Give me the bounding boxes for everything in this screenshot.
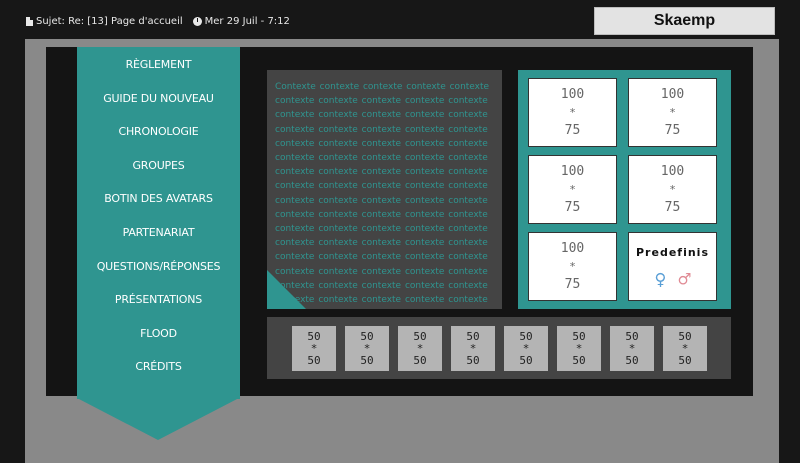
slot-width: 50 bbox=[678, 329, 692, 343]
avatar-width: 100 bbox=[560, 241, 585, 256]
avatar-width: 100 bbox=[660, 87, 685, 102]
avatar-height: 75 bbox=[664, 123, 681, 138]
avatar-separator: * bbox=[569, 106, 576, 119]
topic-date: Mer 29 Juil - 7:12 bbox=[204, 15, 290, 27]
slot-width: 50 bbox=[625, 329, 639, 343]
avatar-separator: * bbox=[669, 106, 676, 119]
avatar-slot[interactable]: 100 * 75 bbox=[528, 78, 617, 147]
slot-separator: * bbox=[469, 341, 477, 355]
avatar-slot[interactable]: 100 * 75 bbox=[628, 78, 717, 147]
topic-subject[interactable]: Sujet: Re: [13] Page d'accueil bbox=[36, 16, 183, 27]
small-avatar-slot[interactable]: 50 * 50 bbox=[451, 326, 495, 371]
sidebar: RÈGLEMENT GUIDE DU NOUVEAU CHRONOLOGIE G… bbox=[77, 47, 240, 440]
slot-height: 50 bbox=[625, 353, 639, 367]
slot-height: 50 bbox=[678, 353, 692, 367]
avatar-separator: * bbox=[669, 183, 676, 196]
small-avatar-slot[interactable]: 50 * 50 bbox=[345, 326, 389, 371]
clock-icon bbox=[192, 16, 202, 26]
slot-width: 50 bbox=[307, 329, 321, 343]
avatar-slot[interactable]: 100 * 75 bbox=[528, 155, 617, 224]
slot-separator: * bbox=[522, 341, 530, 355]
predefined-title: Predefinis bbox=[636, 246, 709, 259]
slot-height: 50 bbox=[413, 353, 427, 367]
nav-item-guide[interactable]: GUIDE DU NOUVEAU bbox=[77, 82, 240, 116]
slot-separator: * bbox=[310, 341, 318, 355]
avatar-height: 75 bbox=[664, 200, 681, 215]
slot-width: 50 bbox=[413, 329, 427, 343]
small-avatar-slot[interactable]: 50 * 50 bbox=[398, 326, 442, 371]
slot-height: 50 bbox=[519, 353, 533, 367]
slot-width: 50 bbox=[466, 329, 480, 343]
avatar-height: 75 bbox=[564, 200, 581, 215]
nav-item-botin[interactable]: BOTIN DES AVATARS bbox=[77, 182, 240, 216]
slot-width: 50 bbox=[519, 329, 533, 343]
small-avatar-slot[interactable]: 50 * 50 bbox=[610, 326, 654, 371]
username-box[interactable]: Skaemp bbox=[594, 7, 775, 35]
slot-separator: * bbox=[628, 341, 636, 355]
small-avatar-slot[interactable]: 50 * 50 bbox=[557, 326, 601, 371]
small-avatar-slot[interactable]: 50 * 50 bbox=[663, 326, 707, 371]
slot-separator: * bbox=[363, 341, 371, 355]
slot-width: 50 bbox=[360, 329, 374, 343]
avatar-separator: * bbox=[569, 260, 576, 273]
slot-height: 50 bbox=[360, 353, 374, 367]
avatar-width: 100 bbox=[560, 87, 585, 102]
small-avatar-slot[interactable]: 50 * 50 bbox=[292, 326, 336, 371]
username-label: Skaemp bbox=[653, 12, 716, 29]
nav-item-reglement[interactable]: RÈGLEMENT bbox=[77, 48, 240, 82]
slot-width: 50 bbox=[572, 329, 586, 343]
male-symbol-icon: ♂ bbox=[678, 267, 691, 291]
context-corner bbox=[267, 270, 306, 309]
slot-separator: * bbox=[575, 341, 583, 355]
avatar-width: 100 bbox=[560, 164, 585, 179]
topic-info-bar: Sujet: Re: [13] Page d'accueil Mer 29 Ju… bbox=[26, 14, 290, 28]
avatar-slot[interactable]: 100 * 75 bbox=[528, 232, 617, 301]
context-box: Contexte contexte contexte contexte cont… bbox=[267, 70, 502, 309]
avatar-height: 75 bbox=[564, 277, 581, 292]
nav-item-partenariat[interactable]: PARTENARIAT bbox=[77, 216, 240, 250]
slot-height: 50 bbox=[572, 353, 586, 367]
nav-item-chronologie[interactable]: CHRONOLOGIE bbox=[77, 115, 240, 149]
nav-item-credits[interactable]: CRÉDITS bbox=[77, 350, 240, 384]
predefined-avatars-button[interactable]: Predefinis ♀ ♂ bbox=[628, 232, 717, 301]
context-text: Contexte contexte contexte contexte cont… bbox=[275, 82, 490, 306]
avatar-width: 100 bbox=[660, 164, 685, 179]
small-avatar-slot[interactable]: 50 * 50 bbox=[504, 326, 548, 371]
female-symbol-icon: ♀ bbox=[654, 267, 667, 291]
small-avatar-strip: 50 * 50 50 * 50 50 * 50 50 * 50 50 * 50 … bbox=[267, 317, 731, 379]
nav-item-questions[interactable]: QUESTIONS/RÉPONSES bbox=[77, 250, 240, 284]
avatar-slot[interactable]: 100 * 75 bbox=[628, 155, 717, 224]
avatar-separator: * bbox=[569, 183, 576, 196]
slot-height: 50 bbox=[307, 353, 321, 367]
document-icon bbox=[26, 16, 33, 26]
slot-separator: * bbox=[681, 341, 689, 355]
slot-height: 50 bbox=[466, 353, 480, 367]
avatar-height: 75 bbox=[564, 123, 581, 138]
sidebar-nav: RÈGLEMENT GUIDE DU NOUVEAU CHRONOLOGIE G… bbox=[77, 47, 240, 384]
slot-separator: * bbox=[416, 341, 424, 355]
nav-item-flood[interactable]: FLOOD bbox=[77, 317, 240, 351]
avatar-grid: 100 * 75 100 * 75 100 * 75 100 * 75 100 … bbox=[518, 70, 731, 309]
sidebar-arrow-tip bbox=[77, 398, 239, 440]
nav-item-groupes[interactable]: GROUPES bbox=[77, 149, 240, 183]
nav-item-presentations[interactable]: PRÉSENTATIONS bbox=[77, 283, 240, 317]
